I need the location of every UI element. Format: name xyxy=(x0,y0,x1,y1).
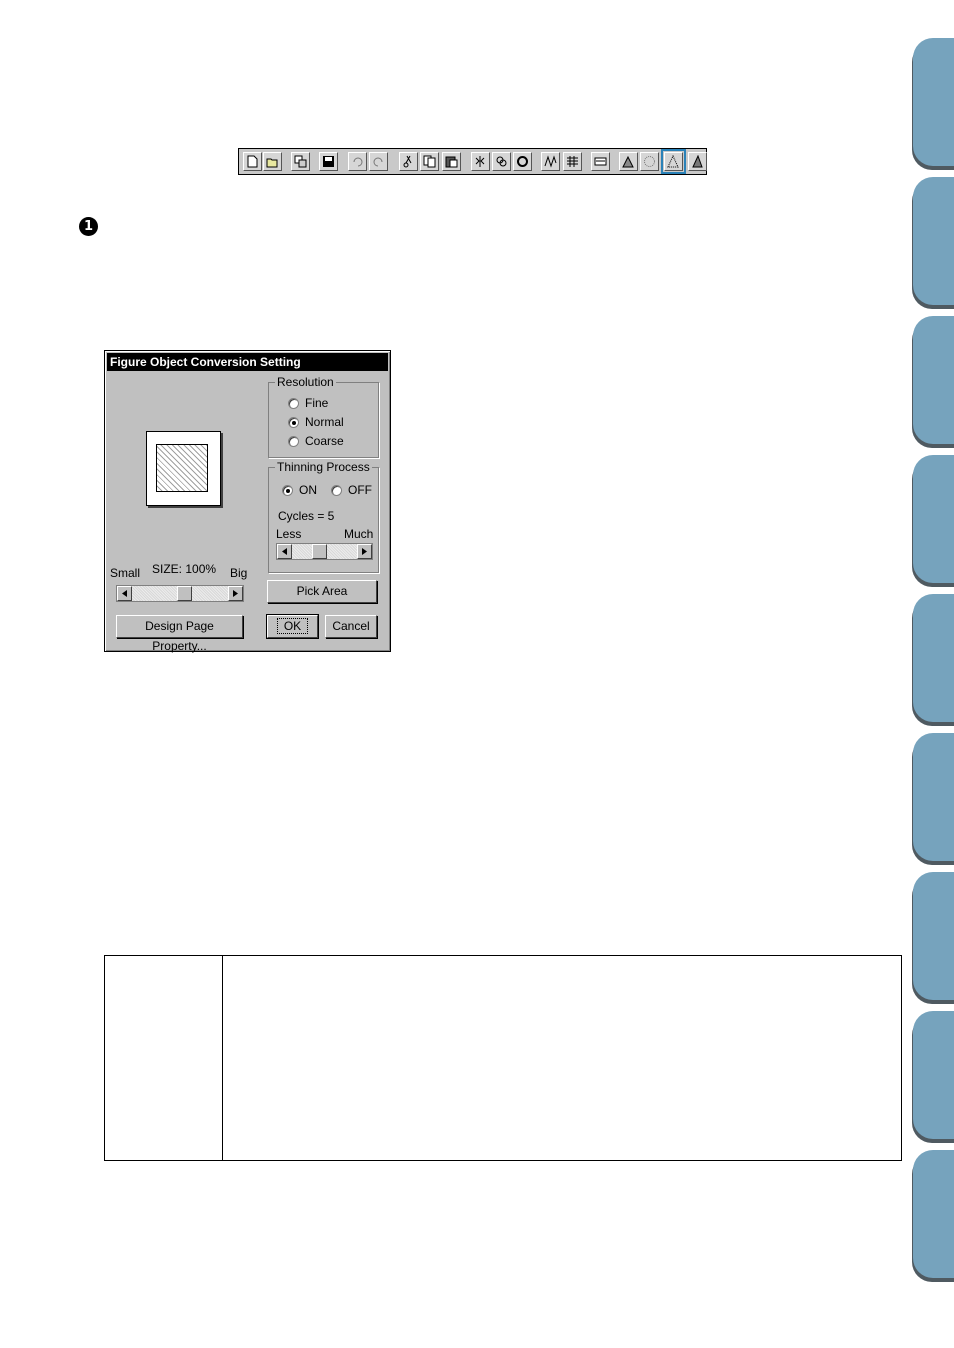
thinning-off-label: OFF xyxy=(348,483,372,497)
chapter-tab-9[interactable] xyxy=(913,1150,954,1278)
mirror-icon[interactable] xyxy=(471,152,490,171)
ok-button-label: OK xyxy=(276,618,309,634)
chapter-tab-8[interactable] xyxy=(913,1011,954,1139)
main-toolbar xyxy=(238,148,707,175)
thinning-off-radio[interactable]: OFF xyxy=(331,482,372,498)
thinning-slider-thumb[interactable] xyxy=(312,544,327,559)
resolution-coarse-label: Coarse xyxy=(305,434,344,448)
pick-area-button[interactable]: Pick Area xyxy=(267,580,377,603)
small-label: Small xyxy=(110,566,141,580)
redo-icon[interactable] xyxy=(369,152,388,171)
copy-icon[interactable] xyxy=(420,152,439,171)
sewing-attribute-icon[interactable] xyxy=(591,152,610,171)
save-icon[interactable] xyxy=(319,152,338,171)
radio-dot xyxy=(331,484,342,496)
resolution-fine-label: Fine xyxy=(305,396,329,410)
resolution-group: Resolution Fine Normal Coarse xyxy=(268,375,379,458)
resolution-fine-radio[interactable]: Fine xyxy=(288,395,328,411)
ok-button[interactable]: OK xyxy=(266,614,319,639)
thinning-on-label: ON xyxy=(299,483,317,497)
chapter-tab-6[interactable] xyxy=(913,733,954,861)
pattern-icon[interactable] xyxy=(563,152,582,171)
chapter-tab-2[interactable] xyxy=(913,177,954,305)
stitch-icon[interactable] xyxy=(541,152,560,171)
rotate-icon[interactable] xyxy=(513,152,532,171)
resolution-label: Resolution xyxy=(275,375,336,389)
new-icon[interactable] xyxy=(243,152,262,171)
resolution-coarse-radio[interactable]: Coarse xyxy=(288,433,344,449)
photo-stitch-icon[interactable] xyxy=(640,152,659,171)
slider-left-arrow-icon[interactable] xyxy=(277,544,292,559)
resolution-normal-label: Normal xyxy=(305,415,344,429)
size-preview xyxy=(146,431,221,506)
paste-icon[interactable] xyxy=(442,152,461,171)
design-page-property-button[interactable]: Design Page Property... xyxy=(116,615,243,653)
less-label: Less xyxy=(276,527,302,541)
chapter-tab-5[interactable] xyxy=(913,594,954,722)
slider-right-arrow-icon[interactable] xyxy=(228,586,243,601)
chapter-tab-4[interactable] xyxy=(913,455,954,583)
cancel-button[interactable]: Cancel xyxy=(325,615,377,638)
stitch-simulator-icon[interactable] xyxy=(688,152,707,171)
open-icon[interactable] xyxy=(263,152,282,171)
table-column-divider xyxy=(222,956,223,1160)
dialog-title: Figure Object Conversion Setting xyxy=(107,353,388,371)
big-label: Big xyxy=(230,566,248,580)
size-label: SIZE: 100% xyxy=(152,562,217,576)
radio-dot xyxy=(288,435,299,447)
thinning-on-radio[interactable]: ON xyxy=(282,482,317,498)
info-table xyxy=(104,955,902,1161)
chapter-tab-1[interactable] xyxy=(913,38,954,166)
import-icon[interactable] xyxy=(291,152,310,171)
size-slider[interactable] xyxy=(116,585,244,602)
resolution-normal-radio[interactable]: Normal xyxy=(288,414,344,430)
thinning-process-group: Thinning Process ON OFF Cycles = 5 Less … xyxy=(268,460,379,573)
slider-left-arrow-icon[interactable] xyxy=(117,586,132,601)
chapter-tab-3[interactable] xyxy=(913,316,954,444)
chapter-tab-7[interactable] xyxy=(913,872,954,1000)
size-slider-thumb[interactable] xyxy=(177,586,192,601)
slider-right-arrow-icon[interactable] xyxy=(357,544,372,559)
duplicate-icon[interactable] xyxy=(492,152,511,171)
radio-dot xyxy=(288,397,299,409)
image-to-stitch-icon[interactable] xyxy=(619,152,638,171)
radio-dot-selected xyxy=(282,484,293,496)
cut-icon[interactable] xyxy=(399,152,418,171)
thinning-process-label: Thinning Process xyxy=(275,460,372,474)
undo-icon[interactable] xyxy=(348,152,367,171)
thinning-slider[interactable] xyxy=(276,543,373,560)
figure-object-conversion-dialog: Figure Object Conversion Setting Resolut… xyxy=(104,350,391,653)
cycles-label: Cycles = 5 xyxy=(278,509,335,523)
step-marker: 1 xyxy=(79,217,98,236)
radio-dot-selected xyxy=(288,416,299,428)
much-label: Much xyxy=(344,527,374,541)
preview-hatched-area xyxy=(156,444,208,492)
figure-object-conversion-icon[interactable] xyxy=(661,149,686,174)
